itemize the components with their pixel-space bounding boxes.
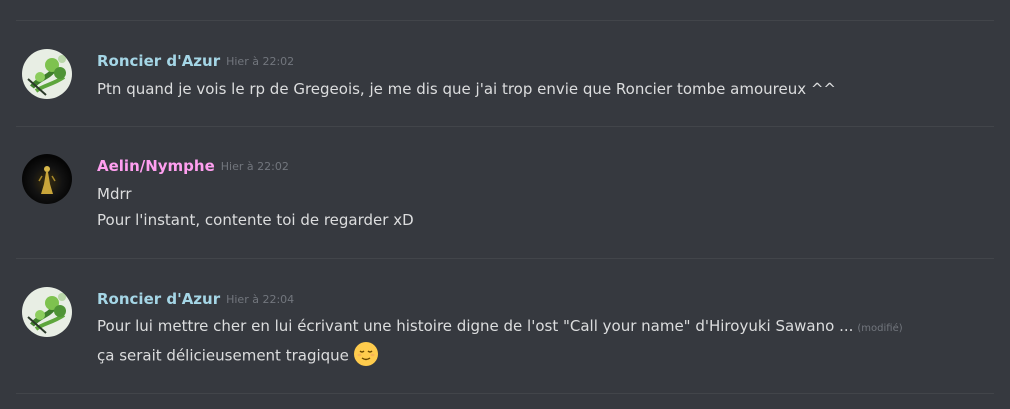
message-divider: [16, 126, 994, 127]
chat-message-list: Roncier d'Azur Hier à 22:02 Ptn quand je …: [0, 0, 1010, 409]
message-timestamp[interactable]: Hier à 22:02: [221, 160, 289, 173]
username[interactable]: Aelin/Nymphe: [97, 157, 215, 175]
message-divider: [16, 258, 994, 259]
message-timestamp[interactable]: Hier à 22:02: [226, 55, 294, 68]
green-plant-avatar-icon: [22, 287, 72, 337]
user-avatar[interactable]: [22, 154, 72, 204]
message-header: Aelin/Nymphe Hier à 22:02: [97, 156, 289, 178]
dark-figure-avatar-icon: [22, 154, 72, 204]
username[interactable]: Roncier d'Azur: [97, 52, 220, 70]
message-timestamp[interactable]: Hier à 22:04: [226, 293, 294, 306]
username[interactable]: Roncier d'Azur: [97, 290, 220, 308]
message-divider: [16, 393, 994, 394]
user-avatar[interactable]: [22, 287, 72, 337]
user-avatar[interactable]: [22, 49, 72, 99]
message-header: Roncier d'Azur Hier à 22:02: [97, 51, 294, 73]
edited-label[interactable]: (modifié): [857, 323, 902, 334]
message-text-content: ça serait délicieusement tragique: [97, 346, 349, 365]
message-text-content: Pour lui mettre cher en lui écrivant une…: [97, 317, 854, 335]
relieved-face-emoji-icon[interactable]: [353, 341, 379, 367]
message-text: Pour lui mettre cher en lui écrivant une…: [97, 316, 903, 339]
message-divider: [16, 20, 994, 21]
message-text: Ptn quand je vois le rp de Gregeois, je …: [97, 80, 836, 98]
message-text: ça serait délicieusement tragique: [97, 341, 379, 369]
green-plant-avatar-icon: [22, 49, 72, 99]
message-header: Roncier d'Azur Hier à 22:04: [97, 289, 294, 311]
message-text: Mdrr: [97, 185, 132, 203]
message-text: Pour l'instant, contente toi de regarder…: [97, 211, 414, 229]
